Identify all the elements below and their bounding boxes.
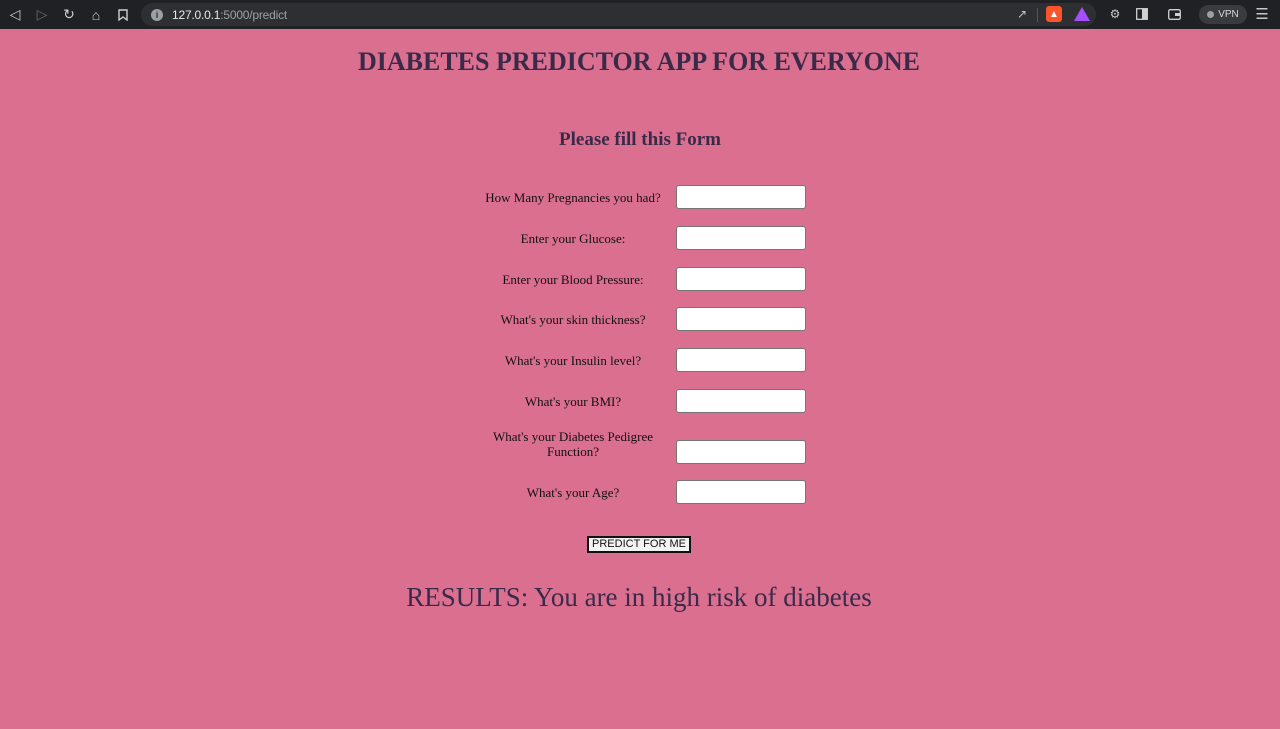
vpn-label: VPN — [1218, 9, 1239, 20]
wallet-icon[interactable] — [1166, 6, 1182, 22]
pregnancies-label: How Many Pregnancies you had? — [485, 190, 661, 205]
pedigree-label: What's your Diabetes Pedigree Function? — [492, 429, 654, 459]
sidebar-icon[interactable] — [1134, 6, 1150, 22]
pregnancies-input[interactable] — [676, 185, 806, 209]
share-icon[interactable]: ↗ — [1014, 6, 1030, 22]
predict-button[interactable]: PREDICT FOR ME — [587, 536, 691, 553]
vpn-status-icon — [1207, 11, 1215, 18]
bmi-input[interactable] — [676, 389, 806, 413]
bmi-label: What's your BMI? — [524, 394, 622, 409]
insulin-label: What's your Insulin level? — [504, 353, 642, 368]
results-text: RESULTS: You are in high risk of diabete… — [406, 582, 872, 612]
toolbar-divider — [1037, 8, 1038, 22]
skin-thickness-label: What's your skin thickness? — [500, 312, 646, 327]
blood-pressure-input[interactable] — [676, 267, 806, 291]
age-label: What's your Age? — [526, 485, 620, 500]
age-input[interactable] — [676, 480, 806, 504]
bookmark-icon[interactable] — [110, 0, 136, 29]
reload-icon[interactable]: ↻ — [56, 0, 82, 29]
glucose-input[interactable] — [676, 226, 806, 250]
skin-thickness-input[interactable] — [676, 307, 806, 331]
insulin-input[interactable] — [676, 348, 806, 372]
page-title: DIABETES PREDICTOR APP FOR EVERYONE — [357, 47, 921, 76]
blood-pressure-label: Enter your Blood Pressure: — [502, 272, 644, 287]
back-icon[interactable]: ◁ — [2, 0, 28, 29]
brave-shields-icon[interactable]: ▲ — [1046, 6, 1062, 22]
forward-icon[interactable]: ▷ — [29, 0, 55, 29]
home-icon[interactable]: ⌂ — [83, 0, 109, 29]
site-info-icon[interactable]: i — [151, 8, 163, 21]
brave-rewards-icon[interactable] — [1074, 7, 1090, 21]
address-bar[interactable]: i 127.0.0.1:5000/predict ↗ — [141, 3, 1096, 26]
vpn-button[interactable]: VPN — [1199, 5, 1247, 24]
form-title: Please fill this Form — [559, 129, 721, 150]
menu-icon[interactable]: ☰ — [1254, 6, 1270, 23]
glucose-label: Enter your Glucose: — [520, 231, 626, 246]
browser-toolbar: ◁ ▷ ↻ ⌂ i 127.0.0.1:5000/predict ↗ ▲ ⚙ V… — [0, 0, 1280, 29]
url-text: 127.0.0.1:5000/predict — [172, 7, 288, 22]
pedigree-input[interactable] — [676, 440, 806, 464]
extensions-icon[interactable]: ⚙ — [1107, 6, 1123, 22]
